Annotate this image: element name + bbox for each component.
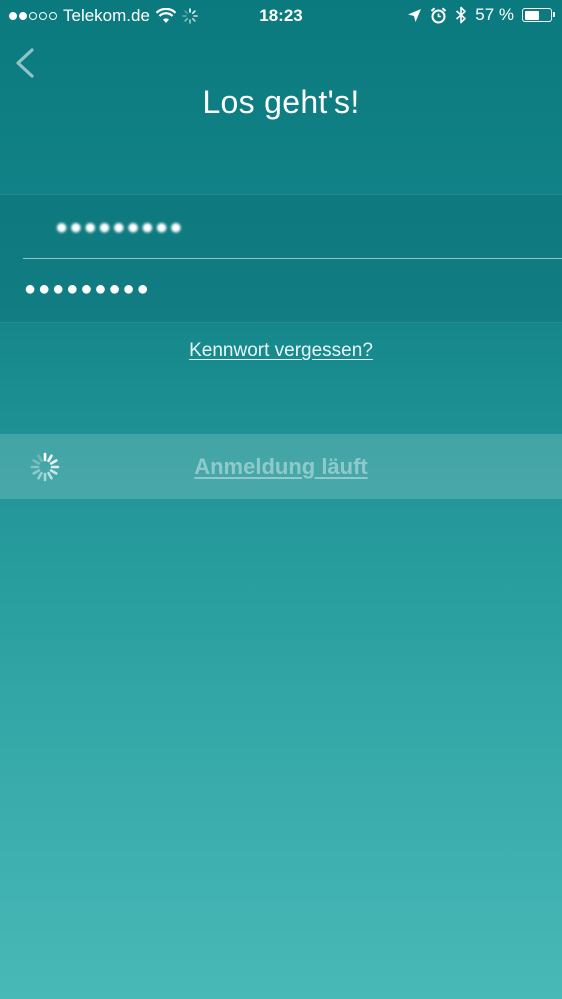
bluetooth-icon	[456, 6, 467, 24]
password-field[interactable]: ●●●●●●●●●	[0, 258, 562, 321]
battery-icon	[522, 8, 555, 22]
back-button[interactable]	[12, 44, 42, 82]
chevron-left-icon	[16, 48, 34, 78]
status-bar-right: 57 %	[407, 5, 555, 25]
login-button[interactable]: Anmeldung läuft	[0, 434, 562, 499]
location-arrow-icon	[408, 8, 422, 22]
battery-percent: 57 %	[475, 5, 514, 24]
alarm-icon	[431, 6, 447, 23]
email-field[interactable]: ●●●●●●●●●	[0, 195, 562, 258]
forgot-password-link[interactable]: Kennwort vergessen?	[0, 340, 562, 362]
password-field-value: ●●●●●●●●●	[24, 278, 151, 300]
status-bar: Telekom.de 18:23 57 %	[0, 0, 562, 32]
email-field-value: ●●●●●●●●●	[55, 213, 184, 239]
page-title: Los geht's!	[202, 84, 360, 120]
battery-level	[524, 10, 539, 20]
login-button-label: Anmeldung läuft	[194, 454, 368, 479]
login-form: ●●●●●●●●● ●●●●●●●●●	[0, 194, 562, 323]
